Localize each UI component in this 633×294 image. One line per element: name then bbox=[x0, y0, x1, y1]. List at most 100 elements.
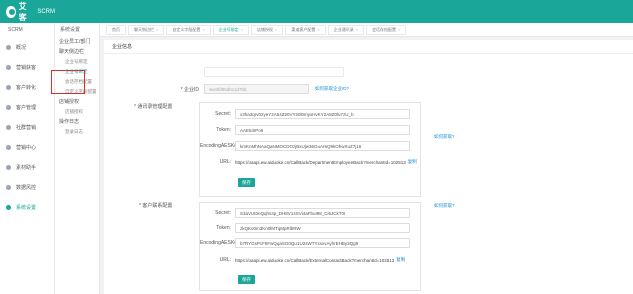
sidebar-item-risk[interactable]: 数据风控 bbox=[0, 177, 54, 197]
subnav-group-shop-auth[interactable]: 店铺授权 bbox=[59, 97, 99, 107]
sidebar-item-materials[interactable]: 素材助手 bbox=[0, 157, 54, 177]
copy-url-button[interactable]: 复制 bbox=[408, 159, 417, 165]
subnav-item-corp-bind[interactable]: 企业号绑定 bbox=[59, 57, 99, 67]
logo-icon bbox=[6, 5, 16, 18]
corp-id-help-link[interactable]: 如何获取企业ID? bbox=[315, 86, 349, 92]
contact-secret-field[interactable]: x3ha3qrv02yeY2A54Z20VY20l0myxHvKY2A8Z0lu… bbox=[235, 109, 410, 119]
token-label: Token: bbox=[216, 225, 231, 231]
sidebar-item-label: 系统设置 bbox=[16, 204, 37, 211]
megaphone-icon bbox=[6, 64, 11, 70]
secret-label: Secret: bbox=[215, 210, 231, 216]
gear-icon bbox=[6, 204, 11, 210]
user-icon bbox=[6, 104, 11, 110]
sidebar-item-label: 概况 bbox=[16, 44, 27, 51]
contact-save-button[interactable]: 保存 bbox=[238, 178, 255, 187]
chart-icon bbox=[6, 184, 11, 190]
customer-section-label: * 客户联系配置 bbox=[139, 203, 173, 209]
close-icon[interactable]: × bbox=[317, 25, 319, 35]
aes-key-label: EncodingAESKey: bbox=[200, 143, 241, 149]
contact-section-label: * 通讯录管理配置 bbox=[134, 104, 173, 110]
close-icon[interactable]: × bbox=[202, 25, 204, 35]
tab-label: 自定义字段配置 bbox=[172, 26, 201, 32]
subnav-item-shop-auth[interactable]: 店铺授权 bbox=[59, 107, 99, 117]
sidebar-item-marketing[interactable]: 营销获客 bbox=[0, 57, 54, 77]
target-icon bbox=[6, 144, 11, 150]
sidebar-item-label: 数据风控 bbox=[16, 184, 37, 191]
sidebar-item-customers[interactable]: 客户管理 bbox=[0, 97, 54, 117]
customer-callback-url: https://oaapi.ew.aiduoke.cn/CallBack/Ext… bbox=[235, 257, 395, 263]
customer-aes-key-field[interactable]: b7RYGsPcF8FwQqaSG0Qu1U2sWTYxsxvAyhrEHBy3… bbox=[235, 238, 410, 248]
subnav-group-logs[interactable]: 操作日志 bbox=[59, 117, 99, 127]
tab-bar: 首页 聊天侧边栏 × 自定义字段配置 × 企业号绑定 × 店铺授权 × 渠道客户配置 × … bbox=[100, 23, 633, 37]
brand[interactable]: 艾客 SCRM bbox=[0, 0, 55, 23]
corp-name-field[interactable] bbox=[204, 67, 344, 77]
tab-label: 渠道客户配置 bbox=[291, 26, 316, 32]
tab-custom-fields[interactable]: 自定义字段配置 × bbox=[166, 24, 211, 35]
tab-shop-auth[interactable]: 店铺授权 × bbox=[251, 24, 284, 35]
close-icon[interactable]: × bbox=[398, 25, 400, 35]
customer-save-button[interactable]: 保存 bbox=[238, 275, 255, 284]
brand-name: 艾客 bbox=[18, 1, 27, 22]
tab-chat-sidebar[interactable]: 聊天侧边栏 × bbox=[128, 24, 165, 35]
customer-config-section: Secret: S3aVUt0nQqhs3p_DH8V14SVi4aFbuI98… bbox=[199, 202, 421, 291]
sidebar-item-marketing-center[interactable]: 营销中心 bbox=[0, 137, 54, 157]
settings-subnav: 系统设置 企业员工/部门 聊天侧边栏 企业号绑定 企业号绑定 会话存档配置 自定… bbox=[55, 23, 151, 294]
sidebar-item-label: 社群营销 bbox=[16, 124, 37, 131]
group-icon bbox=[6, 124, 11, 130]
sidebar-item-settings[interactable]: 系统设置 bbox=[0, 197, 54, 217]
sidebar-item-overview[interactable]: 概况 bbox=[0, 37, 54, 57]
tab-home[interactable]: 首页 bbox=[106, 24, 126, 35]
main-panel: 企业信息 * 企业ID ww3fd96dbc1d7bb 如何获取企业ID? * … bbox=[104, 40, 633, 294]
contact-help-link[interactable]: 如何获取? bbox=[434, 134, 455, 140]
product-name: SCRM bbox=[37, 8, 55, 15]
tab-label: 聊天侧边栏 bbox=[134, 26, 154, 32]
contact-token-field[interactable]: AAE54IPo6 bbox=[235, 125, 410, 135]
tab-archive[interactable]: 会话存档配置 × bbox=[366, 24, 407, 35]
subnav-group-staff[interactable]: 企业员工/部门 bbox=[59, 37, 99, 47]
sidebar-item-community[interactable]: 社群营销 bbox=[0, 117, 54, 137]
sidebar-header: SCRM bbox=[8, 27, 23, 33]
tab-label: 企业号绑定 bbox=[218, 26, 239, 32]
sidebar-item-label: 营销中心 bbox=[16, 144, 37, 151]
tab-label: 会话存档配置 bbox=[372, 26, 397, 32]
contact-callback-url: https://oaapi.ew.aiduoke.cn/CallBack/Dep… bbox=[235, 159, 406, 165]
tab-label: 店铺授权 bbox=[257, 26, 274, 32]
url-label: URL: bbox=[219, 257, 231, 263]
customer-secret-field[interactable]: S3aVUt0nQqhs3p_DH8V14SVi4aFbuI98_Ci5JCkT… bbox=[235, 208, 410, 218]
tab-corp-bind[interactable]: 企业号绑定 × bbox=[212, 24, 250, 35]
close-icon[interactable]: × bbox=[356, 25, 358, 35]
folder-icon bbox=[6, 164, 11, 170]
close-icon[interactable]: × bbox=[241, 25, 243, 35]
url-label: URL: bbox=[219, 159, 231, 165]
panel-title: 企业信息 bbox=[104, 40, 633, 54]
sidebar-item-label: 客户转化 bbox=[16, 84, 37, 91]
tab-label: 企业通讯录 bbox=[333, 26, 354, 32]
token-label: Token: bbox=[216, 127, 231, 133]
secret-label: Secret: bbox=[215, 111, 231, 117]
customer-token-field[interactable]: zkQKo0m3Kn0lMTqMpRlbRW bbox=[235, 223, 410, 233]
copy-url-button[interactable]: 复制 bbox=[396, 257, 405, 263]
sidebar-item-label: 营销获客 bbox=[16, 64, 37, 71]
subnav-item-corp-bind-active[interactable]: 企业号绑定 bbox=[59, 67, 99, 77]
top-bar: 艾客 SCRM bbox=[0, 0, 633, 23]
corp-id-label: * 企业ID bbox=[180, 86, 199, 93]
customer-help-link[interactable]: 如何获取? bbox=[434, 203, 455, 209]
subnav-item-login-log[interactable]: 登录日志 bbox=[59, 127, 99, 137]
contact-config-section: Secret: x3ha3qrv02yeY2A54Z20VY20l0myxHvK… bbox=[199, 102, 421, 197]
corp-id-field[interactable]: ww3fd96dbc1d7bb bbox=[204, 84, 309, 94]
close-icon[interactable]: × bbox=[156, 25, 158, 35]
contact-aes-key-field[interactable]: kmKnMhNAaQaNMOCDOzjBxUjw36GuAr6Q9kOhwXuZ… bbox=[235, 141, 410, 151]
home-icon bbox=[6, 44, 11, 50]
subnav-item-archive-config[interactable]: 会话存档配置 bbox=[59, 77, 99, 87]
tab-contacts[interactable]: 企业通讯录 × bbox=[327, 24, 365, 35]
corp-name-row bbox=[144, 67, 344, 77]
sidebar-item-conversion[interactable]: 客户转化 bbox=[0, 77, 54, 97]
tab-channel-customers[interactable]: 渠道客户配置 × bbox=[285, 24, 326, 35]
sidebar-item-label: 素材助手 bbox=[16, 164, 37, 171]
close-icon[interactable]: × bbox=[275, 25, 277, 35]
sidebar-item-label: 客户管理 bbox=[16, 104, 37, 111]
subnav-header: 系统设置 bbox=[60, 27, 81, 33]
corp-id-row: * 企业ID ww3fd96dbc1d7bb 如何获取企业ID? bbox=[144, 84, 349, 94]
subnav-group-chat-sidebar[interactable]: 聊天侧边栏 bbox=[59, 47, 99, 57]
subnav-item-custom-fields[interactable]: 自定义字段配置 bbox=[59, 87, 99, 97]
